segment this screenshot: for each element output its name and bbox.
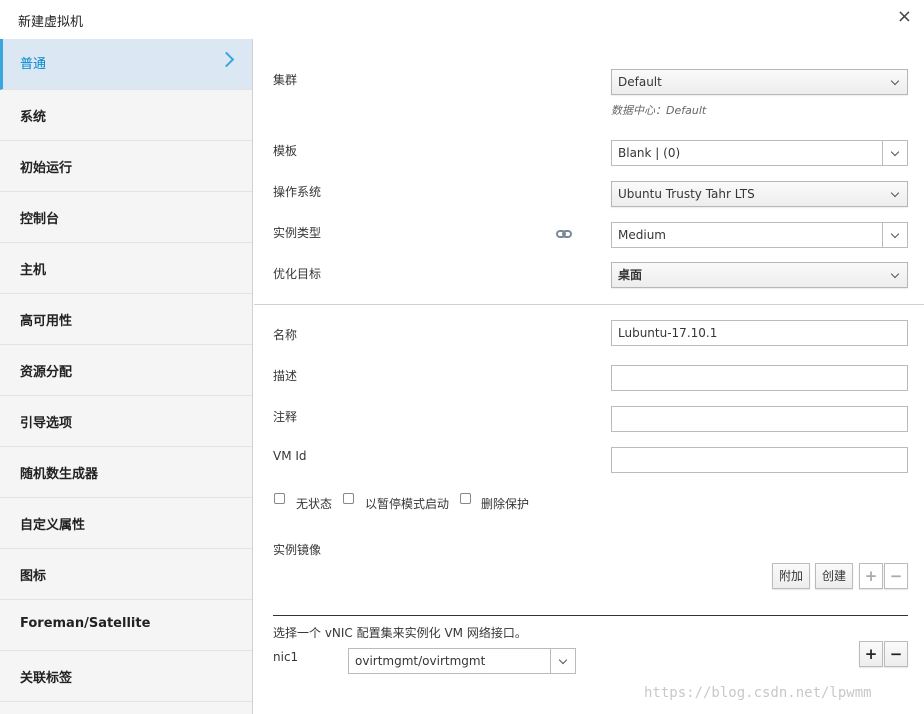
sidebar-item-label: 随机数生成器 bbox=[20, 467, 99, 482]
vnic-instruction: 选择一个 vNIC 配置集来实例化 VM 网络接口。 bbox=[273, 626, 527, 640]
stateless-checkbox[interactable] bbox=[274, 493, 285, 504]
template-label: 模板 bbox=[273, 144, 298, 158]
sidebar-item-label: 图标 bbox=[20, 569, 47, 584]
close-icon[interactable]: × bbox=[897, 7, 912, 27]
chevron-down-icon bbox=[890, 269, 900, 279]
combobox-divider bbox=[882, 223, 883, 247]
chevron-down-icon bbox=[890, 188, 900, 198]
optimize-value: 桌面 bbox=[618, 268, 643, 282]
chevron-right-icon bbox=[218, 51, 235, 68]
sidebar-item-high-availability[interactable]: 高可用性 bbox=[0, 294, 252, 345]
chevron-down-icon[interactable] bbox=[890, 229, 900, 239]
sidebar-item-label: 主机 bbox=[20, 263, 47, 278]
sidebar-item-label: 引导选项 bbox=[20, 416, 73, 431]
sidebar-item-label: 资源分配 bbox=[20, 365, 73, 380]
sidebar-item-label: 控制台 bbox=[20, 212, 60, 227]
vm-id-input[interactable] bbox=[611, 447, 908, 473]
sidebar-item-host[interactable]: 主机 bbox=[0, 243, 252, 294]
remove-image-button[interactable]: − bbox=[884, 563, 908, 589]
main-panel: 集群 Default 数据中心：Default 模板 Blank | (0) 操… bbox=[254, 39, 924, 714]
section-divider bbox=[254, 304, 924, 305]
remove-nic-button[interactable]: − bbox=[884, 641, 908, 667]
sidebar-item-custom-properties[interactable]: 自定义属性 bbox=[0, 498, 252, 549]
dialog-title: 新建虚拟机 bbox=[18, 15, 84, 30]
dialog-titlebar: 新建虚拟机 × bbox=[0, 0, 924, 39]
cluster-value: Default bbox=[618, 75, 662, 89]
name-input[interactable]: Lubuntu-17.10.1 bbox=[611, 320, 908, 346]
link-icon[interactable] bbox=[556, 229, 572, 239]
sidebar-item-general[interactable]: 普通 bbox=[0, 39, 252, 90]
create-button[interactable]: 创建 bbox=[815, 563, 853, 589]
os-select[interactable]: Ubuntu Trusty Tahr LTS bbox=[611, 181, 908, 207]
watermark: https://blog.csdn.net/lpwmm bbox=[644, 685, 872, 701]
chevron-down-icon[interactable] bbox=[890, 147, 900, 157]
cluster-label: 集群 bbox=[273, 73, 298, 87]
datacenter-hint: 数据中心：Default bbox=[611, 104, 707, 117]
sidebar-item-label: 高可用性 bbox=[20, 314, 73, 329]
chevron-down-icon[interactable] bbox=[558, 655, 568, 665]
name-label: 名称 bbox=[273, 328, 298, 342]
sidebar-item-affinity-labels[interactable]: 关联标签 bbox=[0, 651, 252, 702]
sidebar-item-console[interactable]: 控制台 bbox=[0, 192, 252, 243]
vnic-divider bbox=[273, 615, 908, 616]
os-label: 操作系统 bbox=[273, 185, 322, 199]
combobox-divider bbox=[882, 141, 883, 165]
template-combobox[interactable]: Blank | (0) bbox=[611, 140, 908, 166]
description-input[interactable] bbox=[611, 365, 908, 391]
instance-type-combobox[interactable]: Medium bbox=[611, 222, 908, 248]
sidebar-item-icon[interactable]: 图标 bbox=[0, 549, 252, 600]
sidebar-item-boot-options[interactable]: 引导选项 bbox=[0, 396, 252, 447]
sidebar-item-foreman-satellite[interactable]: Foreman/Satellite bbox=[0, 600, 252, 651]
delete-protection-label: 删除保护 bbox=[481, 497, 530, 511]
start-paused-checkbox[interactable] bbox=[343, 493, 354, 504]
nic1-profile-value: ovirtmgmt/ovirtmgmt bbox=[355, 654, 486, 668]
optimize-select[interactable]: 桌面 bbox=[611, 262, 908, 288]
os-value: Ubuntu Trusty Tahr LTS bbox=[618, 187, 755, 201]
delete-protection-checkbox[interactable] bbox=[460, 493, 471, 504]
comment-label: 注释 bbox=[273, 410, 298, 424]
chevron-down-icon bbox=[890, 76, 900, 86]
sidebar-item-rng[interactable]: 随机数生成器 bbox=[0, 447, 252, 498]
add-nic-button[interactable]: + bbox=[859, 641, 883, 667]
sidebar: 普通 系统 初始运行 控制台 主机 高可用性 资源分配 引导选项 随机数生成器 … bbox=[0, 39, 253, 714]
description-label: 描述 bbox=[273, 369, 298, 383]
cluster-select[interactable]: Default bbox=[611, 69, 908, 95]
combobox-divider bbox=[550, 649, 551, 673]
template-value: Blank | (0) bbox=[618, 146, 681, 160]
sidebar-item-label: Foreman/Satellite bbox=[20, 616, 151, 631]
vm-id-label: VM Id bbox=[273, 449, 307, 463]
sidebar-item-resource-allocation[interactable]: 资源分配 bbox=[0, 345, 252, 396]
nic1-profile-combobox[interactable]: ovirtmgmt/ovirtmgmt bbox=[348, 648, 576, 674]
stateless-label: 无状态 bbox=[296, 497, 333, 511]
instance-type-value: Medium bbox=[618, 228, 666, 242]
instance-type-label: 实例类型 bbox=[273, 226, 322, 240]
sidebar-item-label: 普通 bbox=[20, 57, 47, 72]
start-paused-label: 以暂停模式启动 bbox=[365, 497, 450, 511]
sidebar-item-label: 系统 bbox=[20, 110, 47, 125]
sidebar-item-initial-run[interactable]: 初始运行 bbox=[0, 141, 252, 192]
comment-input[interactable] bbox=[611, 406, 908, 432]
sidebar-item-label: 初始运行 bbox=[20, 161, 73, 176]
sidebar-item-label: 关联标签 bbox=[20, 671, 73, 686]
optimize-label: 优化目标 bbox=[273, 267, 322, 281]
sidebar-item-label: 自定义属性 bbox=[20, 518, 86, 533]
instance-images-label: 实例镜像 bbox=[273, 543, 322, 557]
sidebar-item-system[interactable]: 系统 bbox=[0, 90, 252, 141]
nic1-label: nic1 bbox=[273, 650, 299, 664]
attach-button[interactable]: 附加 bbox=[772, 563, 810, 589]
add-image-button[interactable]: + bbox=[859, 563, 883, 589]
